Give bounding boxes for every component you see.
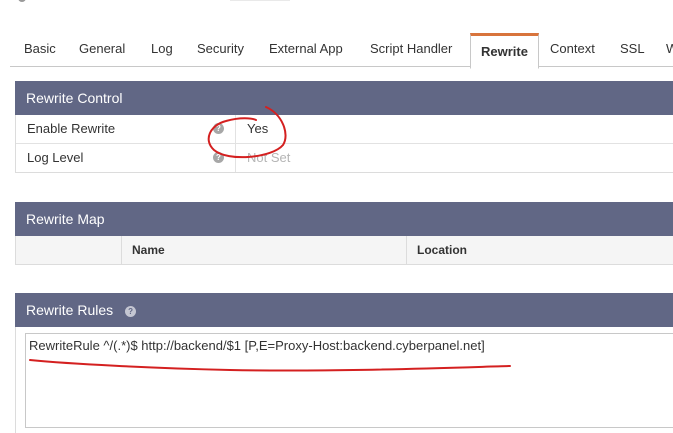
field-value: Yes <box>247 121 269 136</box>
tab-truncated[interactable]: W <box>666 34 673 65</box>
panel-title: Rewrite Rules <box>26 302 114 318</box>
column-label: Location <box>417 243 467 257</box>
help-icon[interactable]: ? <box>213 152 224 163</box>
divider <box>235 115 236 143</box>
tab-general[interactable]: General <box>79 34 125 65</box>
tab-basic[interactable]: Basic <box>24 34 56 65</box>
tab-security[interactable]: Security <box>197 34 244 65</box>
tab-external-app[interactable]: External App <box>269 34 343 65</box>
panel-body: Name Location <box>15 236 673 265</box>
tab-script-handler[interactable]: Script Handler <box>370 34 452 65</box>
panel-title: Rewrite Control <box>15 81 673 115</box>
tab-ssl[interactable]: SSL <box>620 34 645 65</box>
tab-bar: Basic General Log Security External App … <box>10 33 673 69</box>
tab-log[interactable]: Log <box>151 34 173 65</box>
field-value: Not Set <box>247 150 291 165</box>
window-icon <box>18 0 26 2</box>
rewrite-rule-text: RewriteRule ^/(.*)$ http://backend/$1 [P… <box>29 338 485 353</box>
panel-header: Rewrite Rules ? <box>15 293 673 327</box>
log-level-row: Log Level ? Not Set <box>16 143 673 172</box>
field-label: Log Level <box>27 150 84 165</box>
rewrite-rules-textarea[interactable]: RewriteRule ^/(.*)$ http://backend/$1 [P… <box>25 333 673 428</box>
field-label: Enable Rewrite <box>27 121 116 136</box>
enable-rewrite-row: Enable Rewrite ? Yes <box>16 115 673 143</box>
panel-title: Rewrite Map <box>15 202 673 236</box>
help-icon[interactable]: ? <box>125 305 137 317</box>
rewrite-map-panel: Rewrite Map Name Location <box>15 202 673 265</box>
rewrite-control-panel: Rewrite Control Enable Rewrite ? Yes Log… <box>15 81 673 173</box>
rewrite-rules-panel: Rewrite Rules ? RewriteRule ^/(.*)$ http… <box>15 293 673 433</box>
column-header-name: Name <box>121 236 407 264</box>
tab-rewrite[interactable]: Rewrite <box>470 33 539 69</box>
column-label: Name <box>132 243 165 257</box>
cropped-title <box>230 0 290 1</box>
column-header-location: Location <box>406 236 673 264</box>
panel-body: Enable Rewrite ? Yes Log Level ? Not Set <box>15 115 673 173</box>
divider <box>235 144 236 172</box>
tab-context[interactable]: Context <box>550 34 595 65</box>
help-icon[interactable]: ? <box>213 123 224 134</box>
table-header: Name Location <box>16 236 673 264</box>
